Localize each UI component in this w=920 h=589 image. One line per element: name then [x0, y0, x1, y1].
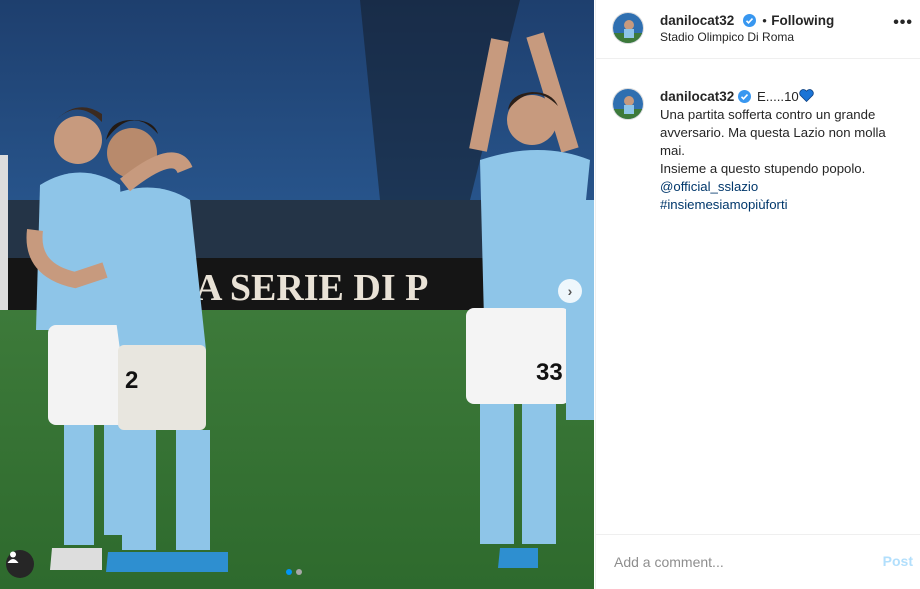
caption-avatar-image: [613, 89, 643, 119]
caption-line-4: Insieme a questo stupendo popolo.: [660, 161, 866, 176]
follow-separator: •: [762, 13, 767, 28]
jersey-number-left: 2: [125, 367, 138, 394]
comment-input[interactable]: [612, 553, 846, 571]
caption-avatar[interactable]: [612, 88, 644, 120]
header-username[interactable]: danilocat32: [660, 13, 734, 28]
following-button[interactable]: Following: [771, 13, 834, 28]
caption-headline: E.....10: [756, 89, 799, 104]
caption-first-line: danilocat32 E.....10: [660, 88, 910, 106]
caption-line-2: avversario. Ma questa Lazio non molla: [660, 125, 886, 140]
carousel-dot-1: [286, 569, 292, 575]
comment-bar: Post: [596, 534, 920, 589]
next-slide-button[interactable]: ›: [558, 279, 582, 303]
blue-heart-icon: [799, 89, 814, 103]
chevron-right-icon: ›: [567, 283, 573, 299]
post-sidebar: danilocat32 • Following Stadio Olimpico …: [595, 0, 920, 589]
photo-scene: A SERIE DI P 2 33: [0, 0, 594, 589]
post-comment-button[interactable]: Post: [883, 553, 913, 569]
caption-verified-icon: [738, 90, 752, 103]
more-options-icon: •••: [893, 14, 913, 31]
location-link[interactable]: Stadio Olimpico Di Roma: [660, 30, 794, 44]
avatar[interactable]: [612, 12, 644, 44]
header-title-row: danilocat32 • Following: [660, 12, 834, 30]
caption-line-1: Una partita sofferta contro un grande: [660, 107, 876, 122]
jersey-number-right: 33: [536, 359, 563, 386]
avatar-image: [613, 13, 643, 43]
more-options-button[interactable]: •••: [893, 14, 913, 32]
mention-link[interactable]: @official_sslazio: [660, 178, 910, 196]
hashtag-link[interactable]: #insiemesiamopiùforti: [660, 196, 910, 214]
banner-text: A SERIE DI P: [195, 267, 428, 309]
goal-post: [0, 155, 8, 315]
post-header: danilocat32 • Following Stadio Olimpico …: [596, 0, 920, 59]
caption: danilocat32 E.....10 Una partita soffert…: [660, 88, 910, 214]
tagged-users-button[interactable]: [6, 550, 34, 578]
post-photo[interactable]: A SERIE DI P 2 33 ›: [0, 0, 594, 589]
caption-line-3: mai.: [660, 143, 685, 158]
verified-badge-icon: [742, 14, 756, 27]
caption-username[interactable]: danilocat32: [660, 89, 734, 104]
user-icon: [7, 551, 19, 563]
carousel-dot-2: [296, 569, 302, 575]
carousel-indicator: [286, 569, 302, 575]
